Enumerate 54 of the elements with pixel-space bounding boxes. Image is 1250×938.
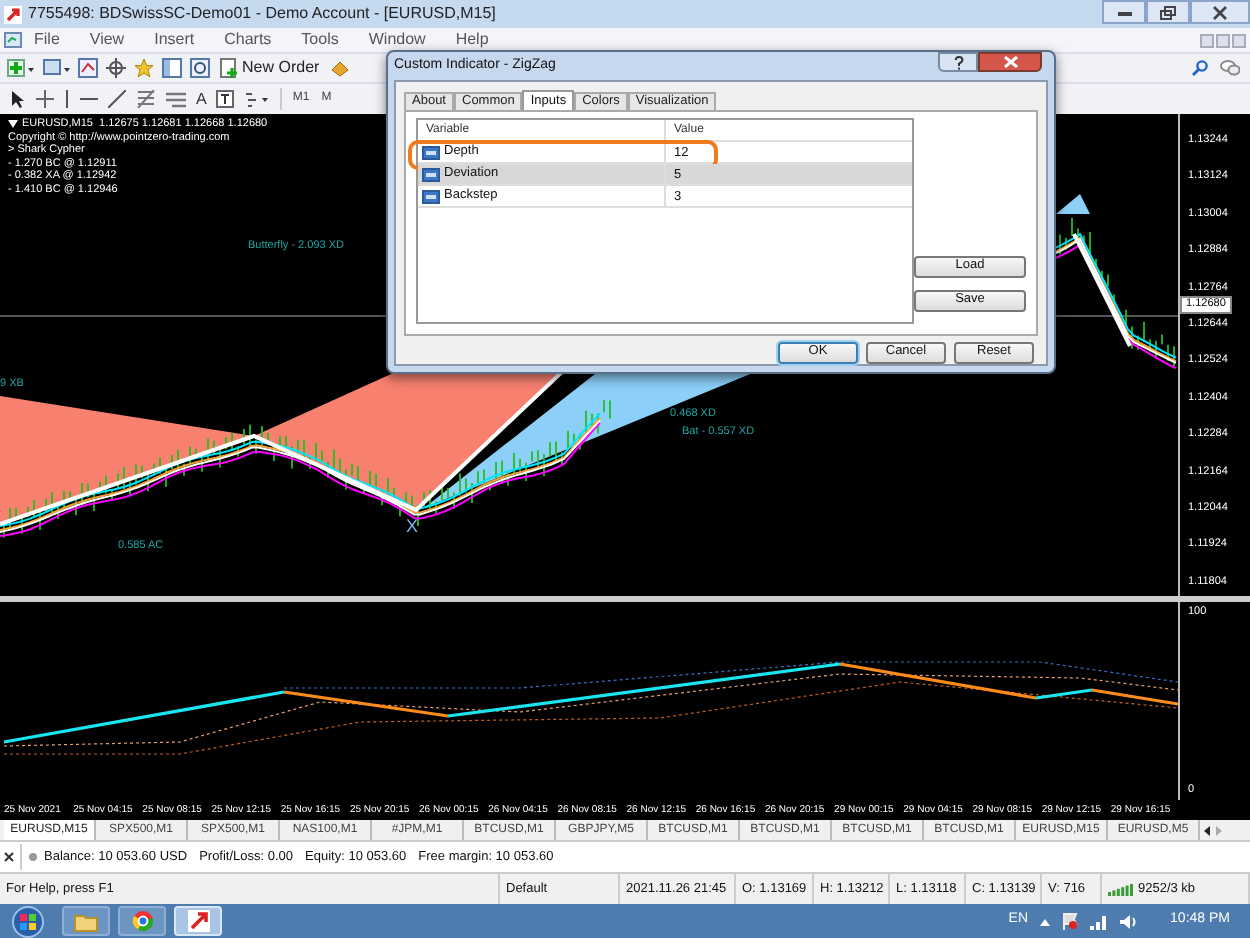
menu-item[interactable]: Help [455, 28, 489, 52]
maximize-button[interactable] [1146, 0, 1190, 24]
close-button[interactable] [1190, 0, 1250, 24]
status-dot-icon [28, 852, 38, 862]
search-icon[interactable] [1192, 60, 1208, 76]
crosshair-icon[interactable] [36, 90, 54, 108]
pattern-fill [1056, 194, 1090, 214]
scroll-left-icon[interactable] [1204, 825, 1210, 835]
text-tool[interactable]: A [196, 91, 207, 107]
zigzag-line [1072, 233, 1132, 347]
new-chart-icon[interactable] [6, 58, 34, 78]
menu-item[interactable]: View [89, 28, 125, 52]
cursor-icon[interactable] [10, 90, 26, 108]
browser-icon [131, 910, 153, 932]
minimize-icon [1117, 9, 1131, 15]
app-logo-icon [187, 910, 209, 932]
minimize-button[interactable] [1102, 0, 1146, 24]
collapse-triangle-icon[interactable] [8, 120, 18, 129]
taskbar-button[interactable] [118, 906, 166, 936]
close-icon [1003, 56, 1017, 68]
help-button[interactable] [938, 52, 978, 72]
caret-icon[interactable] [1040, 917, 1051, 925]
start-button-icon[interactable] [6, 905, 50, 937]
menu-item[interactable]: Charts [224, 28, 272, 52]
menu-item[interactable]: File [34, 28, 60, 52]
fibonacci-icon[interactable] [136, 90, 156, 108]
document-plus-icon [220, 58, 238, 78]
help-icon [953, 55, 963, 69]
menu-item[interactable]: Insert [154, 28, 195, 52]
flag-icon[interactable] [1062, 912, 1079, 930]
star-icon[interactable] [134, 58, 154, 78]
window-title: 7755498: BDSwissSC-Demo01 - Demo Account - [EURUSD,M15] [28, 2, 496, 26]
restore-icon [1160, 5, 1176, 19]
connection-bars-icon [1108, 882, 1134, 896]
close-button[interactable] [978, 52, 1042, 72]
chart-window-icon[interactable] [4, 32, 22, 48]
close-icon [1212, 5, 1228, 19]
new-order-button[interactable]: New Order [218, 56, 322, 80]
vertical-line-icon[interactable] [64, 90, 70, 108]
channel-icon[interactable] [166, 90, 186, 108]
volume-icon[interactable] [1120, 913, 1139, 929]
menu-item[interactable]: Tools [301, 28, 339, 52]
text-label-icon[interactable] [216, 90, 235, 108]
arrows-icon[interactable] [244, 90, 271, 108]
app-logo-icon [4, 5, 22, 23]
close-icon[interactable] [4, 852, 14, 862]
menu-item[interactable]: Window [368, 28, 426, 52]
point-label: X [406, 518, 419, 536]
crosshair-icon[interactable] [106, 58, 126, 78]
folder-icon [74, 911, 98, 931]
network-icon[interactable] [1090, 913, 1109, 929]
horizontal-line-icon[interactable] [80, 96, 98, 102]
chat-icon[interactable] [1220, 60, 1240, 76]
trendline-icon[interactable] [108, 90, 126, 108]
